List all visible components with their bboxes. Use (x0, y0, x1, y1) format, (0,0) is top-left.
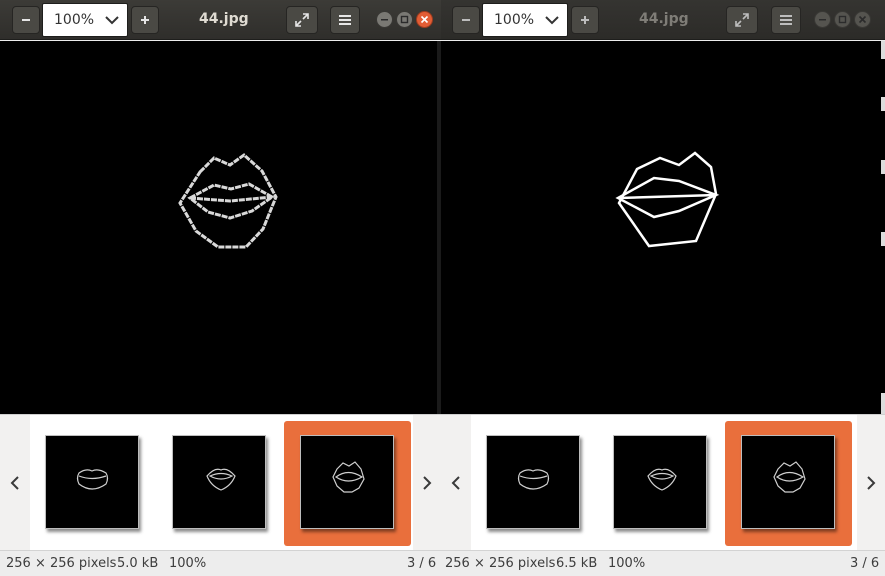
image-viewer-window-left: 100% 44.jpg 256 × 256 pixels 5.0 kB 100%… (0, 0, 441, 576)
thumbnail-1[interactable] (486, 435, 580, 529)
lips-thumbnail-1 (76, 469, 109, 490)
maximize-button[interactable] (396, 11, 413, 28)
maximize-icon (838, 15, 847, 24)
thumbnail-strip (30, 415, 413, 550)
fullscreen-button[interactable] (726, 6, 758, 34)
close-button[interactable] (416, 11, 433, 28)
status-bar: 256 × 256 pixels 5.0 kB 100% 3 / 6 (0, 550, 441, 576)
close-icon (420, 15, 429, 24)
maximize-icon (400, 15, 409, 24)
minimize-icon (819, 19, 826, 21)
thumbnail-strip (471, 415, 857, 550)
lips-thumbnail-3 (773, 461, 806, 493)
close-icon (858, 15, 867, 24)
lips-thumbnail-1 (517, 469, 550, 490)
minimize-button[interactable] (376, 11, 393, 28)
zoom-level-value: 100% (54, 12, 95, 28)
gallery-previous-button[interactable] (0, 415, 30, 551)
header-bar: 100% 44.jpg (0, 0, 441, 40)
edge-strip (881, 393, 885, 414)
gallery-next-button[interactable] (413, 415, 441, 551)
thumbnail-gallery (441, 414, 885, 550)
fullscreen-button[interactable] (286, 6, 318, 34)
chevron-left-icon (10, 476, 19, 490)
minimize-button[interactable] (814, 11, 831, 28)
image-position: 3 / 6 (850, 556, 880, 571)
chevron-down-icon (545, 16, 559, 25)
thumbnail-2[interactable] (613, 435, 707, 529)
chevron-left-icon (451, 476, 460, 490)
thumbnail-3-selected[interactable] (725, 421, 852, 546)
gallery-next-button[interactable] (857, 415, 885, 551)
chevron-right-icon (867, 476, 876, 490)
edge-strip (881, 97, 885, 111)
fullscreen-icon (287, 7, 317, 33)
zoom-out-button[interactable] (12, 6, 40, 34)
window-title: 44.jpg (199, 11, 249, 27)
image-dimensions: 256 × 256 pixels (6, 556, 117, 571)
zoom-in-button[interactable] (131, 6, 159, 34)
zoom-level-dropdown[interactable]: 100% (42, 3, 128, 37)
file-size: 6.5 kB (556, 556, 598, 571)
thumbnail-2[interactable] (172, 435, 266, 529)
image-dimensions: 256 × 256 pixels (445, 556, 556, 571)
image-viewer-window-right: 100% 44.jpg 256 × 256 pixels 6.5 kB 100%… (441, 0, 885, 576)
thumbnail-3[interactable] (300, 435, 394, 529)
thumbnail-gallery (0, 414, 441, 550)
file-size: 5.0 kB (117, 556, 159, 571)
maximize-button[interactable] (834, 11, 851, 28)
hamburger-menu-icon (331, 7, 359, 33)
thumbnail-1[interactable] (45, 435, 139, 529)
status-bar: 256 × 256 pixels 6.5 kB 100% 3 / 6 (441, 550, 885, 576)
edge-strip (881, 232, 885, 246)
zoom-out-button[interactable] (452, 6, 480, 34)
zoom-status: 100% (169, 556, 207, 571)
header-bar: 100% 44.jpg (441, 0, 885, 40)
lips-image (615, 151, 720, 248)
edge-strip (881, 41, 885, 59)
lips-thumbnail-2 (206, 468, 236, 491)
image-canvas[interactable] (0, 41, 441, 414)
menu-button[interactable] (771, 6, 801, 34)
plus-icon (132, 7, 158, 33)
fullscreen-icon (727, 7, 757, 33)
minus-icon (453, 7, 479, 33)
image-position: 3 / 6 (407, 556, 437, 571)
thumbnail-3-selected[interactable] (284, 421, 411, 546)
lips-thumbnail-3 (332, 461, 365, 493)
minimize-icon (381, 19, 388, 21)
lips-thumbnail-2 (647, 468, 677, 491)
zoom-status: 100% (608, 556, 646, 571)
zoom-in-button[interactable] (571, 6, 599, 34)
menu-button[interactable] (330, 6, 360, 34)
gallery-previous-button[interactable] (441, 415, 471, 551)
lips-image (178, 153, 278, 249)
window-title: 44.jpg (639, 11, 689, 27)
image-canvas[interactable] (441, 41, 885, 414)
hamburger-menu-icon (772, 7, 800, 33)
zoom-level-dropdown[interactable]: 100% (482, 3, 568, 37)
close-button[interactable] (854, 11, 871, 28)
zoom-level-value: 100% (494, 12, 535, 28)
edge-strip (881, 160, 885, 174)
chevron-down-icon (105, 16, 119, 25)
thumbnail-3[interactable] (741, 435, 835, 529)
minus-icon (13, 7, 39, 33)
plus-icon (572, 7, 598, 33)
chevron-right-icon (423, 476, 432, 490)
